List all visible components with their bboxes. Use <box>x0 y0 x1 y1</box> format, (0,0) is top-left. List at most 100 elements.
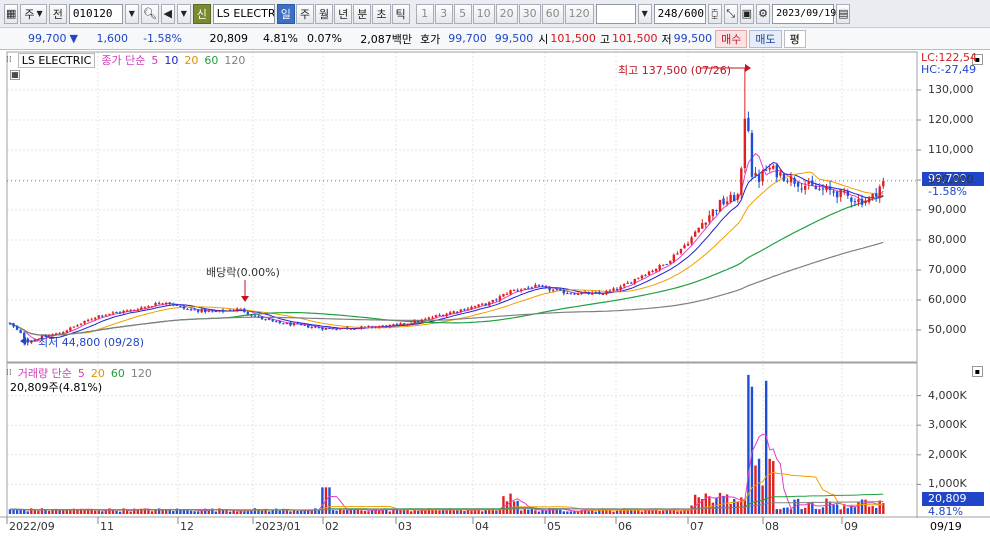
candle-body <box>676 253 679 255</box>
volume-bar <box>878 500 881 514</box>
candle-body <box>541 285 544 287</box>
interval-tab-60[interactable]: 60 <box>541 3 564 24</box>
date-field[interactable]: 2023/09/19 <box>772 3 836 24</box>
volume-bar <box>172 510 175 514</box>
volume-bar <box>129 511 132 514</box>
candle-body <box>580 292 583 294</box>
candle-body <box>505 293 509 295</box>
sound-dropdown-icon[interactable]: ▼ <box>176 3 191 24</box>
candle-body <box>402 323 406 325</box>
candle-body <box>701 223 704 229</box>
volume-panel-close-icon[interactable]: ▪ <box>972 366 983 377</box>
panel-toggle-icon[interactable]: ▦ <box>10 70 20 80</box>
save-icon[interactable]: ▣ <box>739 3 755 24</box>
candle-body <box>182 306 186 309</box>
volume-bar <box>179 510 182 514</box>
volume-bar <box>12 508 15 514</box>
candle-body <box>292 323 296 326</box>
candle-body <box>204 308 207 313</box>
interval-custom-input[interactable] <box>595 3 636 24</box>
candle-body <box>260 317 264 320</box>
volume-bar <box>51 510 54 514</box>
volume-drag-handle-icon[interactable]: ⁞⁞ <box>6 368 12 378</box>
period-tab-3[interactable]: 년 <box>334 3 353 24</box>
candle-type-icon[interactable]: ⧮ <box>707 3 722 24</box>
volume-bar <box>445 510 448 514</box>
candle-body <box>495 299 498 301</box>
volume-bar <box>296 510 299 514</box>
period-tab-6[interactable]: 틱 <box>391 3 410 24</box>
candle-body <box>143 306 147 308</box>
volume-bar <box>718 492 722 514</box>
search-icon[interactable]: 🔍︎ <box>140 3 159 24</box>
volume-bar <box>466 510 470 514</box>
code-dropdown-icon[interactable]: ▼ <box>124 3 139 24</box>
candle-body <box>647 271 651 275</box>
volume-bar <box>857 502 860 514</box>
volume-bar <box>86 509 90 514</box>
down-arrow-icon: ▼ <box>69 32 78 45</box>
panel-stock-name: LS ELECTRIC <box>17 52 96 68</box>
interval-tab-10[interactable]: 10 <box>472 3 495 24</box>
indicator-icon[interactable]: ⤡ <box>723 3 738 24</box>
candle-body <box>853 201 857 203</box>
candle-body <box>30 341 33 343</box>
type-select[interactable]: 주 ▼ <box>20 3 47 24</box>
drag-handle-icon[interactable]: ⁞⁞ <box>6 55 12 65</box>
volume-bar <box>338 508 342 514</box>
chart-area[interactable]: ⁞⁞ LS ELECTRIC 종가 단순 5 10 20 60 120 ▦ ▪ … <box>0 50 990 538</box>
interval-tab-30[interactable]: 30 <box>518 3 541 24</box>
candle-body <box>179 305 182 307</box>
interval-tab-20[interactable]: 20 <box>495 3 518 24</box>
volume-bar <box>839 509 842 514</box>
sell-button[interactable]: 매도 <box>749 29 782 48</box>
volume-bar <box>480 511 484 514</box>
volume-bar <box>221 510 225 514</box>
sound-icon[interactable]: ◀ <box>160 3 175 24</box>
grid-icon[interactable]: ▦ <box>4 3 19 24</box>
volume-ratio: 4.81% <box>263 32 298 45</box>
volume-bar <box>733 499 736 514</box>
interval-tab-120[interactable]: 120 <box>564 3 594 24</box>
volume-bar <box>502 496 505 514</box>
interval-tab-1[interactable]: 1 <box>415 3 434 24</box>
calendar-icon[interactable]: ▤ <box>836 3 851 24</box>
volume-bar <box>44 509 47 514</box>
period-tab-0[interactable]: 일 <box>276 3 295 24</box>
quote-bar: 99,700 ▼ 1,600 -1.58% 20,809 4.81% 0.07% … <box>0 28 990 50</box>
volume-bar <box>708 497 711 514</box>
period-tab-2[interactable]: 월 <box>315 3 334 24</box>
prev-button[interactable]: 전 <box>48 3 67 24</box>
buy-button[interactable]: 매수 <box>715 29 748 48</box>
count-field[interactable]: 248/600 <box>653 3 706 24</box>
volume-bar <box>527 509 530 514</box>
interval-dropdown-icon[interactable]: ▼ <box>637 3 652 24</box>
volume-bar <box>413 510 416 514</box>
candle-body <box>591 292 594 295</box>
candle-body <box>569 293 573 295</box>
interval-tab-3[interactable]: 3 <box>434 3 453 24</box>
candle-body <box>363 326 367 328</box>
volume-bar <box>569 511 573 514</box>
period-tab-1[interactable]: 주 <box>295 3 315 24</box>
period-tab-5[interactable]: 초 <box>372 3 391 24</box>
candle-body <box>498 296 502 301</box>
volume-bar <box>725 494 729 514</box>
period-tab-4[interactable]: 분 <box>353 3 372 24</box>
trade-amount: 2,087백만 <box>360 32 412 46</box>
eval-button[interactable]: 평 <box>783 29 806 48</box>
stock-chart[interactable] <box>0 50 990 538</box>
volume-bar <box>757 458 761 514</box>
volume-bar <box>118 511 122 514</box>
volume-bar <box>669 509 672 514</box>
interval-tab-5[interactable]: 5 <box>453 3 472 24</box>
candle-body <box>875 193 878 197</box>
new-badge[interactable]: 신 <box>192 3 211 24</box>
candle-body <box>509 290 512 295</box>
gear-icon[interactable]: ⚙ <box>756 3 771 24</box>
candle-body <box>598 291 601 294</box>
stock-code-input[interactable]: 010120 <box>68 3 123 24</box>
candle-body <box>512 289 516 291</box>
volume-bar <box>562 511 565 514</box>
candle-body <box>640 275 644 279</box>
